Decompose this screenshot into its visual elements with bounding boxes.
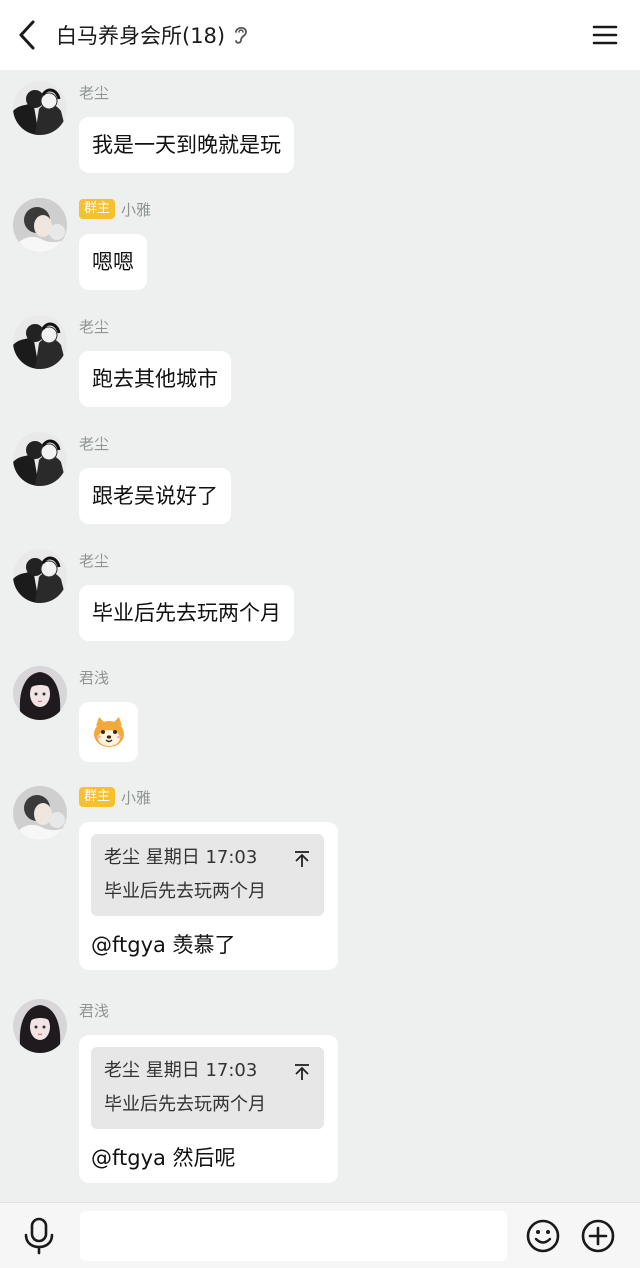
quote-text: 毕业后先去玩两个月	[104, 1094, 266, 1115]
avatar[interactable]	[13, 315, 67, 369]
reply-text: @ftgya 然后呢	[91, 1146, 236, 1170]
message-list[interactable]: 老尘 我是一天到晚就是玩 群主 小雅 嗯嗯 老尘 跑去其他城市 老尘 跟老吴说好…	[0, 70, 640, 1202]
owner-badge: 群主	[79, 787, 116, 807]
sender-name: 老尘	[79, 317, 110, 336]
reply-text: @ftgya 羡慕了	[91, 933, 236, 957]
message-bubble[interactable]: 跑去其他城市	[79, 351, 231, 407]
sender-name: 老尘	[79, 83, 110, 102]
avatar[interactable]	[13, 786, 67, 840]
ear-icon	[233, 24, 249, 46]
message-bubble[interactable]: 嗯嗯	[79, 234, 147, 290]
emoji-button[interactable]	[525, 1218, 561, 1254]
quoted-message[interactable]: 老尘 星期日 17:03 毕业后先去玩两个月	[91, 1047, 324, 1129]
reply-bubble[interactable]: 老尘 星期日 17:03 毕业后先去玩两个月 @ftgya 然后呢	[79, 1035, 338, 1183]
quote-text: 毕业后先去玩两个月	[104, 881, 266, 902]
chat-header: 白马养身会所(18)	[0, 0, 640, 70]
quoted-message[interactable]: 老尘 星期日 17:03 毕业后先去玩两个月	[91, 834, 324, 916]
more-button[interactable]	[580, 1218, 616, 1254]
page-title: 白马养身会所(18)	[56, 24, 226, 48]
avatar[interactable]	[13, 666, 67, 720]
sender-name: 老尘	[79, 434, 110, 453]
message-bubble[interactable]: 毕业后先去玩两个月	[79, 585, 294, 641]
message-input[interactable]	[80, 1211, 507, 1261]
sender-name: 君浅	[79, 1001, 110, 1020]
menu-icon	[592, 25, 618, 45]
menu-button[interactable]	[588, 18, 622, 52]
message-bubble[interactable]: 我是一天到晚就是玩	[79, 117, 294, 173]
jump-to-top-icon[interactable]	[294, 1063, 310, 1081]
avatar[interactable]	[13, 432, 67, 486]
message-bubble[interactable]: 跟老吴说好了	[79, 468, 231, 524]
quote-header: 老尘 星期日 17:03	[104, 1060, 258, 1081]
sender-name: 老尘	[79, 551, 110, 570]
sender-name: 群主 小雅	[79, 786, 151, 808]
jump-to-top-icon[interactable]	[294, 850, 310, 868]
avatar[interactable]	[13, 999, 67, 1053]
sticker-bubble[interactable]	[79, 702, 138, 762]
avatar[interactable]	[13, 81, 67, 135]
quote-header: 老尘 星期日 17:03	[104, 847, 258, 868]
sender-name: 君浅	[79, 668, 110, 687]
microphone-icon	[24, 1217, 54, 1255]
emoji-icon	[526, 1219, 560, 1253]
avatar[interactable]	[13, 549, 67, 603]
back-arrow-icon	[19, 20, 35, 50]
input-bar	[0, 1202, 640, 1268]
plus-icon	[581, 1219, 615, 1253]
reply-bubble[interactable]: 老尘 星期日 17:03 毕业后先去玩两个月 @ftgya 羡慕了	[79, 822, 338, 970]
avatar[interactable]	[13, 198, 67, 252]
sender-name: 群主 小雅	[79, 198, 151, 220]
shiba-dog-sticker	[93, 717, 124, 747]
owner-badge: 群主	[79, 199, 116, 219]
voice-button[interactable]	[22, 1217, 56, 1255]
back-button[interactable]	[2, 0, 52, 70]
